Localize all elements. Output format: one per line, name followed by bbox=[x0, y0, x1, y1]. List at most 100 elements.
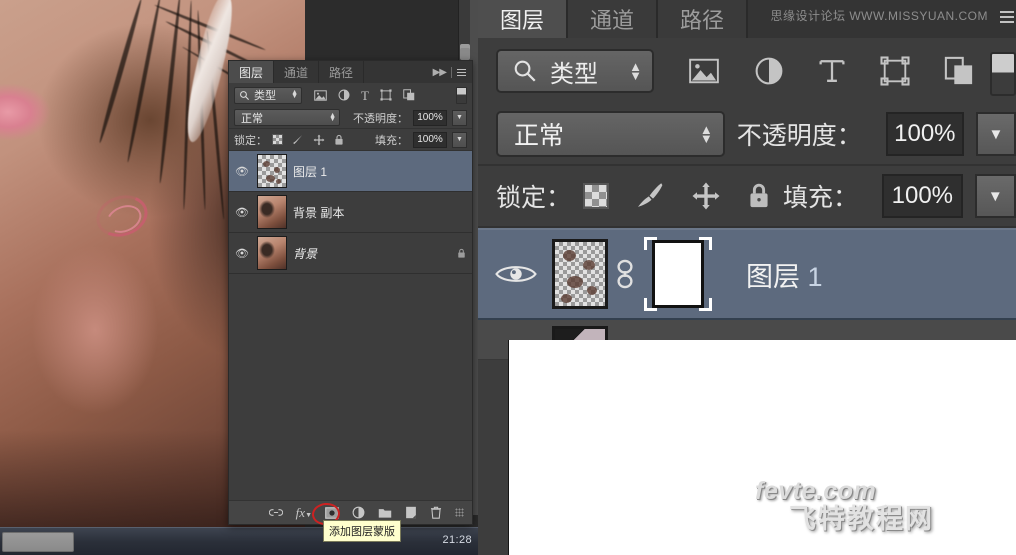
tab-layers-label: 图层 bbox=[239, 65, 264, 80]
layer-filter-row: 类型 ▲ ▼ T bbox=[229, 83, 472, 107]
layer-name: 图层 1 bbox=[293, 164, 328, 179]
panel-menu-icon[interactable] bbox=[1000, 11, 1014, 23]
filter-toggle-icon[interactable] bbox=[456, 86, 467, 104]
layer-thumbnail[interactable] bbox=[257, 195, 287, 229]
lock-position-icon[interactable] bbox=[313, 134, 325, 146]
lock-transparent-pixels-icon[interactable] bbox=[583, 183, 610, 209]
lock-all-icon[interactable] bbox=[334, 134, 344, 146]
tab-channels-label: 通道 bbox=[590, 8, 635, 33]
layer-row-2[interactable]: 👁 背景 副本 bbox=[229, 192, 472, 233]
lock-all-icon[interactable] bbox=[747, 181, 771, 211]
filter-kind-label: 类型 bbox=[550, 60, 598, 88]
spinner-icon[interactable]: ▲ ▼ bbox=[629, 60, 642, 82]
panel-tabbar: 图层 通道 路径 ▶▶ bbox=[229, 61, 472, 83]
type-filter-icon[interactable]: T bbox=[361, 89, 369, 102]
fill-label: 填充： bbox=[783, 184, 859, 212]
layer-name-number: 1 bbox=[807, 261, 823, 292]
image-filter-icon[interactable] bbox=[314, 89, 327, 101]
double-right-arrow-icon[interactable]: ▶▶ bbox=[433, 67, 447, 78]
layer-style-fx-icon[interactable]: fx▼ bbox=[296, 505, 312, 521]
spinner-icon[interactable]: ▲ ▼ bbox=[329, 112, 336, 123]
taskbar-clock: 21:28 bbox=[442, 534, 472, 546]
fill-dropdown-icon[interactable]: ▼ bbox=[452, 131, 467, 148]
watermark-fevte-english: fevte.com bbox=[755, 477, 877, 506]
link-mask-icon[interactable] bbox=[608, 258, 642, 290]
panel-tabbar-magnified: 图层 通道 路径 思缘设计论坛 WWW.MISSYUAN.COM bbox=[478, 0, 1016, 38]
opacity-value[interactable]: 100% bbox=[413, 109, 447, 126]
image-filter-icon[interactable] bbox=[688, 58, 720, 84]
layer-row-magnified[interactable]: 图层 1 bbox=[478, 228, 1016, 320]
blend-mode-value: 正常 bbox=[514, 122, 565, 150]
tab-channels[interactable]: 通道 bbox=[274, 61, 320, 83]
filter-kind-label: 类型 bbox=[254, 90, 276, 102]
mask-selected-corner bbox=[699, 237, 712, 250]
blend-mode-select-magnified[interactable]: 正常 ▲ ▼ bbox=[496, 111, 725, 157]
new-adjustment-layer-icon[interactable] bbox=[352, 506, 365, 519]
smart-object-filter-icon[interactable] bbox=[403, 89, 415, 101]
layer-row-3[interactable]: 👁 背景 bbox=[229, 233, 472, 274]
spinner-icon[interactable]: ▲ ▼ bbox=[291, 89, 298, 100]
filter-kind-select[interactable]: 类型 ▲ ▼ bbox=[234, 86, 302, 104]
layer-name: 背景 副本 bbox=[293, 205, 345, 220]
eye-icon[interactable]: 👁 bbox=[233, 247, 251, 260]
panel-resize-grip[interactable] bbox=[455, 508, 464, 517]
blend-mode-value: 正常 bbox=[241, 112, 263, 125]
layer-thumbnail[interactable] bbox=[257, 154, 287, 188]
tab-layers[interactable]: 图层 bbox=[229, 61, 275, 83]
filter-toggle-icon[interactable] bbox=[990, 52, 1016, 96]
search-icon bbox=[240, 90, 250, 100]
lock-label: 锁定： bbox=[496, 184, 572, 212]
opacity-label: 不透明度： bbox=[353, 112, 408, 125]
lock-position-icon[interactable] bbox=[691, 181, 721, 211]
opacity-value[interactable]: 100% bbox=[885, 112, 964, 156]
mask-selected-corner bbox=[699, 298, 712, 311]
delete-layer-icon[interactable] bbox=[430, 506, 442, 519]
eye-icon[interactable]: 👁 bbox=[233, 165, 251, 178]
adjustment-filter-icon[interactable] bbox=[754, 56, 784, 86]
tab-paths-label: 路径 bbox=[329, 65, 354, 80]
tab-layers-magnified[interactable]: 图层 bbox=[478, 0, 569, 38]
type-filter-icon[interactable] bbox=[818, 56, 846, 86]
lock-image-pixels-icon[interactable] bbox=[292, 134, 304, 146]
tab-paths-label: 路径 bbox=[680, 8, 725, 33]
layer-thumbnail-magnified[interactable] bbox=[552, 239, 608, 309]
tab-paths[interactable]: 路径 bbox=[319, 61, 365, 83]
shape-filter-icon[interactable] bbox=[880, 56, 910, 86]
fill-dropdown-icon[interactable]: ▼ bbox=[974, 174, 1016, 218]
tab-layers-label: 图层 bbox=[500, 8, 545, 33]
tooltip-add-layer-mask: 添加图层蒙版 bbox=[323, 520, 401, 542]
fill-value[interactable]: 100% bbox=[413, 131, 447, 148]
layer-mask-thumbnail-magnified[interactable] bbox=[642, 235, 714, 313]
watermark-missyuan: 思缘设计论坛 WWW.MISSYUAN.COM bbox=[770, 9, 988, 23]
opacity-dropdown-icon[interactable]: ▼ bbox=[975, 112, 1016, 156]
lock-transparent-pixels-icon[interactable] bbox=[272, 134, 283, 145]
new-group-icon[interactable] bbox=[378, 507, 392, 519]
mask-selected-corner bbox=[644, 298, 657, 311]
eye-icon[interactable]: 👁 bbox=[233, 206, 251, 219]
adjustment-filter-icon[interactable] bbox=[338, 89, 350, 101]
smart-object-filter-icon[interactable] bbox=[944, 56, 974, 86]
filter-kind-select-magnified[interactable]: 类型 ▲ ▼ bbox=[496, 49, 654, 93]
new-layer-icon[interactable] bbox=[405, 506, 417, 519]
spinner-icon[interactable]: ▲ ▼ bbox=[700, 123, 713, 145]
lock-image-pixels-icon[interactable] bbox=[635, 181, 665, 211]
layer-filter-row-magnified: 类型 ▲ ▼ bbox=[478, 38, 1016, 104]
panel-menu-icon[interactable] bbox=[457, 68, 466, 76]
layer-name-magnified: 图层 1 bbox=[746, 255, 823, 294]
divider bbox=[451, 66, 452, 78]
blend-mode-select[interactable]: 正常 ▲ ▼ bbox=[234, 109, 340, 126]
search-icon bbox=[514, 60, 536, 82]
fill-value[interactable]: 100% bbox=[882, 174, 963, 218]
canvas-scrollbar-thumb[interactable] bbox=[460, 48, 470, 60]
eye-icon[interactable] bbox=[480, 261, 552, 287]
taskbar-window-button[interactable] bbox=[2, 532, 74, 552]
lock-row-magnified: 锁定： 填充： 100% ▼ bbox=[478, 166, 1016, 228]
shape-filter-icon[interactable] bbox=[380, 89, 392, 101]
tab-channels-magnified[interactable]: 通道 bbox=[568, 0, 659, 38]
blend-mode-row-magnified: 正常 ▲ ▼ 不透明度： 100% ▼ bbox=[478, 104, 1016, 166]
opacity-dropdown-icon[interactable]: ▼ bbox=[452, 109, 467, 126]
layer-thumbnail[interactable] bbox=[257, 236, 287, 270]
tab-paths-magnified[interactable]: 路径 bbox=[658, 0, 749, 38]
link-layers-icon[interactable] bbox=[268, 507, 283, 518]
layer-row-1[interactable]: 👁 图层 1 bbox=[229, 151, 472, 192]
